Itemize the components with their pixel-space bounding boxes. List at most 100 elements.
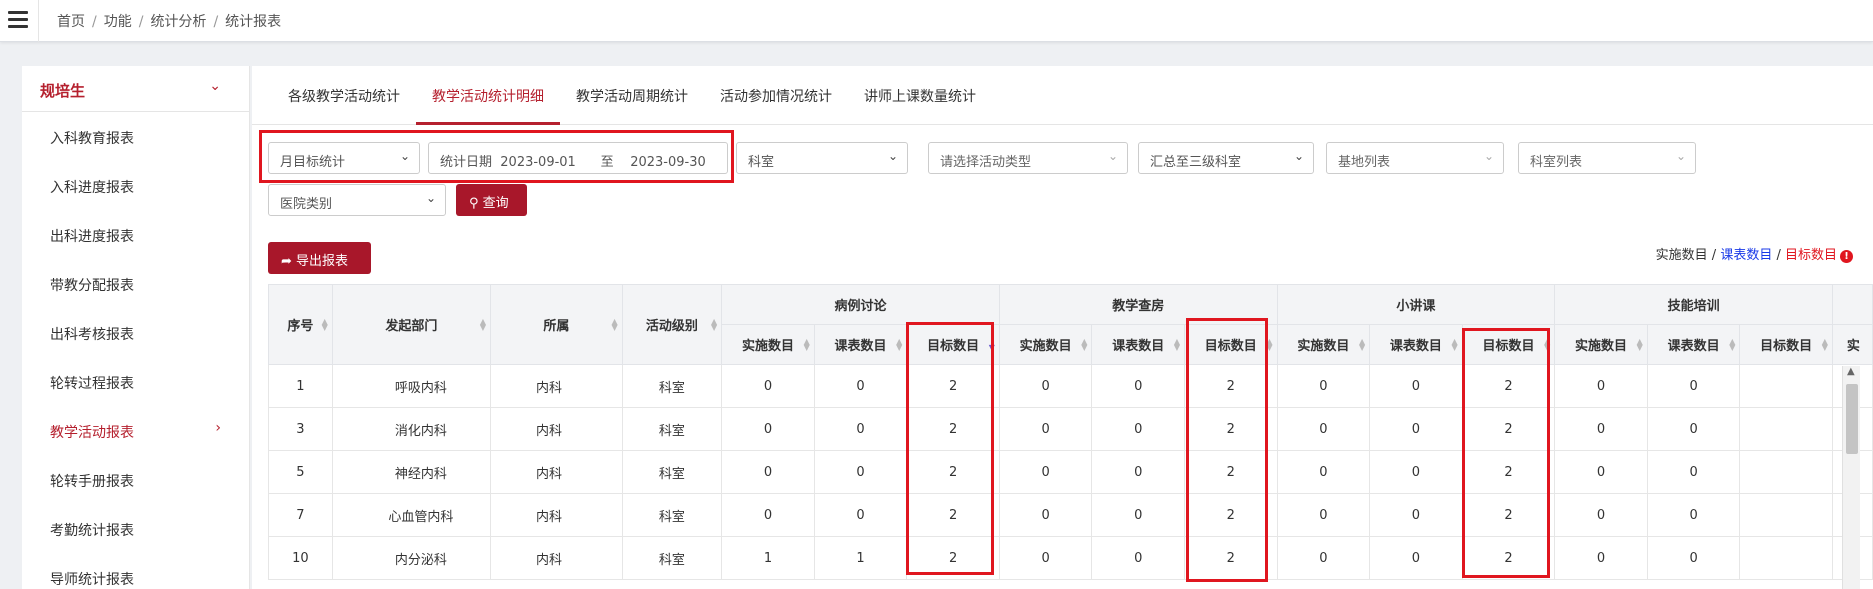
sidebar-item-attendance[interactable]: 考勤统计报表 <box>22 504 249 553</box>
summary-level-select[interactable]: 汇总至三级科室 ⌄ <box>1138 142 1314 174</box>
sidebar-item-entry-progress[interactable]: 入科进度报表 <box>22 161 249 210</box>
cell-value[interactable]: 2 <box>1461 536 1556 580</box>
date-end: 2023-09-30 <box>630 155 706 170</box>
cell-value[interactable]: 0 <box>1646 450 1741 494</box>
menu-icon[interactable] <box>8 11 28 29</box>
activity-type-select[interactable]: 请选择活动类型 ⌄ <box>928 142 1128 174</box>
tab-level-stat[interactable]: 各级教学活动统计 <box>288 86 400 106</box>
cell-value: 0 <box>1276 450 1371 494</box>
cell-value[interactable]: 0 <box>813 493 908 537</box>
sidebar-item-rotation-process[interactable]: 轮转过程报表 <box>22 357 249 406</box>
cell-value[interactable]: 0 <box>1091 407 1185 451</box>
cell-value[interactable]: 0 <box>1091 493 1185 537</box>
sidebar-item-exit-progress[interactable]: 出科进度报表 <box>22 210 249 259</box>
cell-value[interactable]: 0 <box>1369 450 1463 494</box>
tab-participation-stat[interactable]: 活动参加情况统计 <box>720 86 832 106</box>
cell-value[interactable]: 2 <box>906 407 1000 451</box>
cell-value[interactable]: 0 <box>1091 536 1185 580</box>
cell-value[interactable]: 2 <box>1183 407 1278 451</box>
group-header: 小讲课 <box>1276 284 1556 325</box>
dept-select[interactable]: 科室 ⌄ <box>736 142 908 174</box>
table-row: 1 呼吸内科 内科 科室 0 0 2 0 0 2 0 0 2 0 0 <box>268 364 1873 408</box>
cell-value[interactable]: 0 <box>813 450 908 494</box>
cell-value[interactable]: 0 <box>1369 536 1463 580</box>
sidebar-item-mentor[interactable]: 导师统计报表 <box>22 553 249 589</box>
stat-type-select[interactable]: 月目标统计 ⌄ <box>268 142 420 174</box>
hospital-type-select[interactable]: 医院类别 ⌄ <box>268 184 446 216</box>
cell-value: 0 <box>998 450 1093 494</box>
sidebar-item-label: 考勤统计报表 <box>50 523 134 539</box>
cell-value[interactable]: 2 <box>1183 536 1278 580</box>
vertical-scrollbar[interactable]: ▲ <box>1842 366 1860 589</box>
sidebar-item-rotation-manual[interactable]: 轮转手册报表 <box>22 455 249 504</box>
base-list-select[interactable]: 基地列表 ⌄ <box>1326 142 1504 174</box>
sub-column-header[interactable]: 实施数目 ▲ ▼ <box>998 324 1093 365</box>
column-header[interactable]: 发起部门 ▲ ▼ <box>331 284 492 365</box>
cell-value[interactable] <box>1739 536 1833 580</box>
sub-column-header[interactable]: 目标数目 ▼ <box>906 324 1000 365</box>
cell-value[interactable]: 0 <box>813 407 908 451</box>
column-header[interactable]: 序号 ▲ ▼ <box>268 284 333 365</box>
cell-value[interactable]: 2 <box>906 536 1000 580</box>
scrollbar-thumb[interactable] <box>1846 384 1858 454</box>
sidebar-item-teaching-activity[interactable]: 教学活动报表 › <box>22 406 249 455</box>
sub-column-header[interactable]: 目标数目 ▲ ▼ <box>1461 324 1556 365</box>
tab-period-stat[interactable]: 教学活动周期统计 <box>576 86 688 106</box>
dept-list-select[interactable]: 科室列表 ⌄ <box>1518 142 1696 174</box>
cell-value[interactable]: 2 <box>1461 407 1556 451</box>
breadcrumb-home[interactable]: 首页 <box>57 14 85 30</box>
cell-value[interactable]: 2 <box>906 364 1000 408</box>
cell-value[interactable]: 0 <box>1646 536 1741 580</box>
cell-value[interactable]: 2 <box>1183 493 1278 537</box>
sort-icon: ▲ ▼ <box>1544 336 1551 352</box>
column-header[interactable]: 所属 ▲ ▼ <box>490 284 623 365</box>
sub-column-header[interactable]: 目标数目 ▲ ▼ <box>1739 324 1833 365</box>
cell-value[interactable]: 2 <box>906 450 1000 494</box>
breadcrumb-stat-analysis[interactable]: 统计分析 <box>150 14 206 30</box>
query-button[interactable]: ⚲ 查询 <box>456 184 527 216</box>
cell-value[interactable]: 0 <box>1091 450 1185 494</box>
sidebar-item-teaching-assignment[interactable]: 带教分配报表 <box>22 259 249 308</box>
sub-column-header[interactable]: 课表数目 ▲ ▼ <box>1091 324 1185 365</box>
sub-column-header[interactable]: 课表数目 ▲ ▼ <box>1646 324 1741 365</box>
cell-value[interactable]: 2 <box>1461 493 1556 537</box>
sidebar-header[interactable]: 规培生 ⌄ <box>22 66 249 112</box>
cell-value[interactable]: 2 <box>1461 450 1556 494</box>
cell-value[interactable] <box>1739 493 1833 537</box>
scroll-up-icon[interactable]: ▲ <box>1847 366 1855 377</box>
sub-column-header[interactable]: 实 <box>1831 324 1873 365</box>
sub-column-header[interactable]: 实施数目 ▲ ▼ <box>1554 324 1648 365</box>
sub-column-header[interactable]: 实施数目 ▲ ▼ <box>721 324 815 365</box>
sub-column-header[interactable]: 目标数目 ▲ ▼ <box>1183 324 1278 365</box>
sub-column-header[interactable]: 课表数目 ▲ ▼ <box>813 324 908 365</box>
cell-value[interactable]: 0 <box>1646 407 1741 451</box>
chevron-down-icon: ⌄ <box>209 78 221 94</box>
cell-value[interactable]: 0 <box>1091 364 1185 408</box>
sidebar-item-entry-education[interactable]: 入科教育报表 <box>22 112 249 161</box>
tab-lecturer-stat[interactable]: 讲师上课数量统计 <box>864 86 976 106</box>
sidebar-item-label: 教学活动报表 <box>50 425 134 441</box>
sidebar-item-exit-exam[interactable]: 出科考核报表 <box>22 308 249 357</box>
cell-value[interactable]: 0 <box>1646 493 1741 537</box>
cell-value[interactable]: 2 <box>1183 450 1278 494</box>
cell-value[interactable]: 0 <box>1369 493 1463 537</box>
column-header[interactable]: 活动级别 ▲ ▼ <box>621 284 723 365</box>
cell-value[interactable]: 2 <box>1461 364 1556 408</box>
sub-column-header[interactable]: 课表数目 ▲ ▼ <box>1369 324 1463 365</box>
info-icon[interactable]: ! <box>1840 250 1853 263</box>
cell-value[interactable]: 2 <box>1183 364 1278 408</box>
date-range-field[interactable]: 统计日期 2023-09-01 至 2023-09-30 <box>428 142 728 174</box>
cell-value[interactable] <box>1739 407 1833 451</box>
cell-value[interactable]: 2 <box>906 493 1000 537</box>
sub-column-header[interactable]: 实施数目 ▲ ▼ <box>1276 324 1371 365</box>
cell-value[interactable]: 0 <box>1369 364 1463 408</box>
cell-value[interactable]: 1 <box>813 536 908 580</box>
tab-detail-stat[interactable]: 教学活动统计明细 <box>432 86 544 106</box>
breadcrumb-function[interactable]: 功能 <box>104 14 132 30</box>
cell-value[interactable]: 0 <box>1646 364 1741 408</box>
cell-value[interactable]: 0 <box>813 364 908 408</box>
cell-value[interactable] <box>1739 450 1833 494</box>
cell-value[interactable]: 0 <box>1369 407 1463 451</box>
cell-value[interactable] <box>1739 364 1833 408</box>
export-button[interactable]: ➦ 导出报表 <box>268 242 371 274</box>
